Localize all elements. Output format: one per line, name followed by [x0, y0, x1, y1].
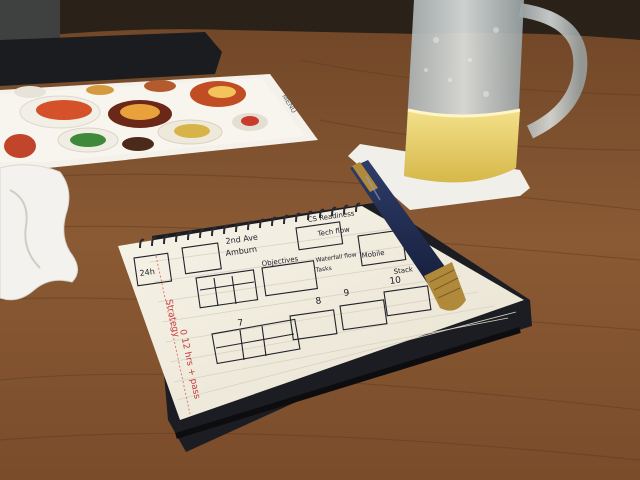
photo-scene: MENU 2nd Ave Amburn Objectives CS Readin…	[0, 0, 640, 480]
sketch-note: 10	[389, 275, 402, 287]
background-window	[0, 0, 60, 40]
scene-svg: MENU 2nd AveAmburnObjectivesCS Readiness…	[0, 0, 640, 480]
